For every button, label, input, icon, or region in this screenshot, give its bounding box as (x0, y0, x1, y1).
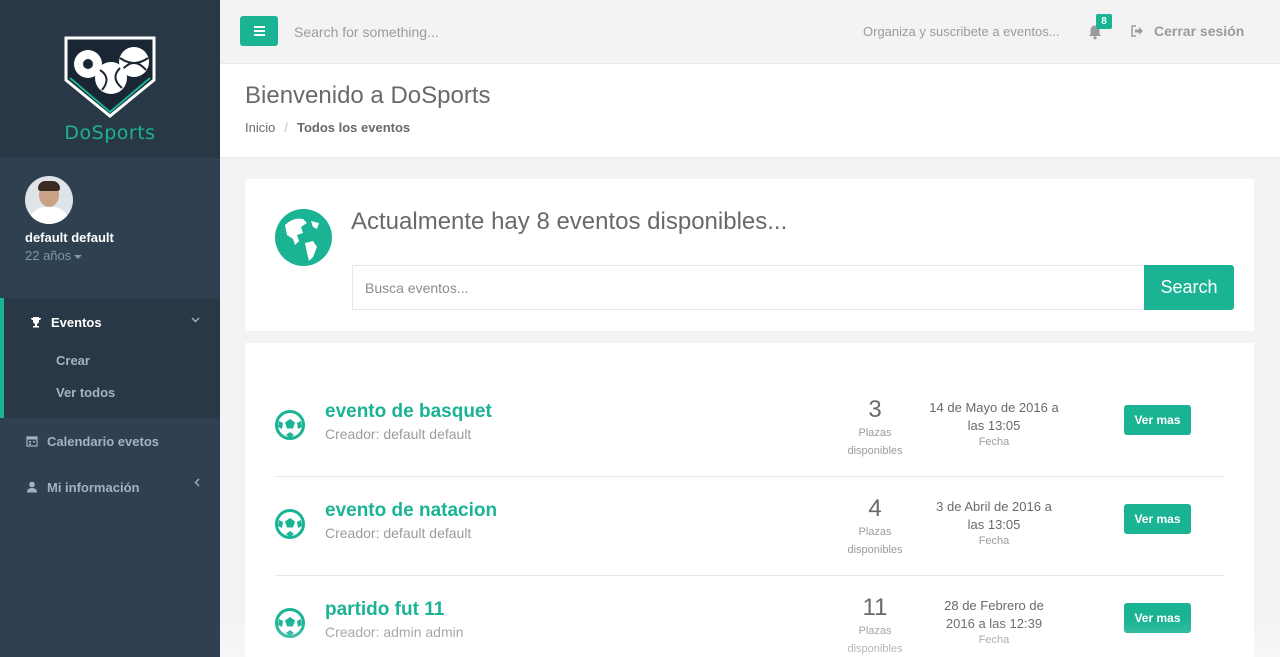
user-profile: default default 22 años (0, 158, 220, 298)
ver-mas-button[interactable]: Ver mas (1124, 603, 1191, 633)
page-title: Bienvenido a DoSports (245, 82, 491, 109)
breadcrumb: Inicio / Todos los eventos (245, 120, 1255, 135)
soccer-ball-icon (275, 509, 305, 539)
event-spots-count: 3 (868, 396, 882, 423)
chevron-left-icon (194, 478, 200, 490)
hamburger-icon (253, 26, 265, 28)
event-date-label: Fecha (978, 634, 1010, 646)
sidebar-item-label: Mi información (47, 479, 140, 495)
welcome-message: Organiza y suscribete a eventos... (863, 24, 1060, 39)
event-date: 3 de Abril de 2016 a las 13:05 (936, 499, 1052, 532)
event-date: 28 de Febrero de 2016 a las 12:39 (944, 598, 1044, 631)
event-spots-count: 11 (862, 594, 888, 621)
profile-name[interactable]: default default (25, 230, 195, 245)
events-count-title: Actualmente hay 8 eventos disponibles... (351, 208, 788, 235)
logout-link[interactable]: Cerrar sesión (1131, 23, 1244, 39)
event-spots-label: Plazas disponibles (847, 427, 903, 457)
sidebar-subitem-crear[interactable]: Crear (4, 345, 220, 377)
event-date-label: Fecha (978, 436, 1010, 448)
sidebar-item-label: Eventos (51, 314, 102, 330)
list-item: evento de basquet Creador: default defau… (275, 378, 1224, 477)
events-search-input[interactable] (352, 265, 1145, 310)
event-title[interactable]: evento de natacion (325, 500, 497, 522)
globe-icon (275, 209, 332, 266)
event-spots-label: Plazas disponibles (847, 625, 903, 655)
ver-mas-button[interactable]: Ver mas (1124, 504, 1191, 534)
event-spots-label: Plazas disponibles (847, 526, 903, 556)
events-list: evento de basquet Creador: default defau… (245, 343, 1254, 657)
event-date: 14 de Mayo de 2016 a las 13:05 (929, 400, 1059, 433)
events-search-panel: Actualmente hay 8 eventos disponibles...… (245, 179, 1254, 331)
event-creator: Creador: default default (325, 426, 472, 442)
page-heading: Bienvenido a DoSports Inicio / Todos los e… (220, 64, 1280, 158)
calendar-icon (25, 434, 39, 448)
breadcrumb-separator: / (284, 120, 288, 135)
event-creator: Creador: default default (325, 525, 472, 541)
top-search-input[interactable] (294, 20, 594, 44)
soccer-ball-icon (275, 410, 305, 440)
breadcrumb-current: Todos los eventos (296, 120, 411, 135)
event-spots-count: 4 (868, 495, 882, 522)
sidebar-section-eventos: Eventos Crear Ver todos (0, 298, 220, 418)
sidebar-item-eventos[interactable]: Eventos (4, 312, 220, 332)
top-navbar: Organiza y suscribete a eventos... 8 Cer… (220, 0, 1280, 64)
event-creator: Creador: admin admin (325, 624, 464, 640)
profile-age: 22 años (25, 248, 72, 263)
trophy-icon (29, 315, 43, 329)
sidebar-item-label: Calendario evetos (47, 433, 159, 449)
caret-down-icon (74, 254, 83, 259)
sports-balls-shield-icon[interactable] (62, 34, 158, 118)
list-item: evento de natacion Creador: default defa… (275, 477, 1224, 576)
sidebar-item-mi-informacion[interactable]: Mi información (0, 464, 220, 510)
profile-age-dropdown[interactable]: 22 años (25, 248, 195, 263)
sidebar-item-calendario[interactable]: Calendario evetos (0, 418, 220, 464)
breadcrumb-home[interactable]: Inicio (245, 120, 275, 135)
search-button[interactable]: Search (1144, 265, 1234, 310)
soccer-ball-icon (275, 608, 305, 638)
list-item: partido fut 11 Creador: admin admin 11 P… (275, 576, 1224, 657)
brand-name: DoSports (64, 122, 156, 144)
ver-mas-button[interactable]: Ver mas (1124, 405, 1191, 435)
notification-badge: 8 (1096, 14, 1112, 29)
event-title[interactable]: evento de basquet (325, 401, 492, 423)
sign-out-icon (1131, 25, 1143, 37)
event-date-label: Fecha (978, 535, 1010, 547)
user-icon (25, 480, 39, 494)
menu-toggle-button[interactable] (240, 16, 278, 46)
logout-label: Cerrar sesión (1154, 23, 1245, 39)
brand: DoSports (0, 0, 220, 158)
sidebar-subitem-ver-todos[interactable]: Ver todos (4, 377, 220, 409)
chevron-down-icon (191, 314, 200, 326)
avatar[interactable] (25, 176, 73, 224)
event-title[interactable]: partido fut 11 (325, 599, 444, 621)
sidebar: DoSports default default 22 años Eventos… (0, 0, 220, 657)
